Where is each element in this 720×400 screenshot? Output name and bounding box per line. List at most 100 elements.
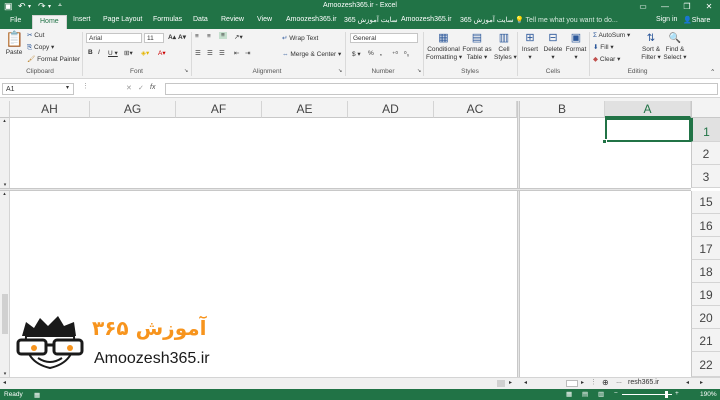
row-header-22[interactable]: 22 [691,352,720,377]
maximize-icon[interactable]: ❐ [676,0,698,13]
column-header-ag[interactable]: AG [90,101,176,118]
tab-review[interactable]: Review [221,16,244,23]
insert-cells-button[interactable]: ⊞ Insert ▾ [519,31,541,61]
scroll-thumb[interactable] [497,380,505,387]
row-header-19[interactable]: 19 [691,283,720,306]
scroll-up-icon[interactable]: ▴ [0,118,9,124]
font-color-icon[interactable]: A▾ [158,49,166,57]
horizontal-scrollbar[interactable]: ◂ ▸ ◂ ▸ ⋮ ⊕ … resh365.ir ◂ ▸ [0,377,720,389]
share-button[interactable]: 👤Share [683,16,710,24]
tab-home[interactable]: Home [32,15,67,29]
tab-split-grip-icon[interactable]: ⋮ [590,378,597,386]
ribbon-display-options-icon[interactable]: ▭ [632,0,654,13]
top-pane-scrollbar[interactable]: ▴ ▾ [0,118,10,188]
format-painter-button[interactable]: 🖌 Format Painter [27,55,80,63]
font-name-select[interactable]: Arial [86,33,142,43]
row-header-17[interactable]: 17 [691,237,720,260]
grow-font-icon[interactable]: A▴ [168,33,176,41]
find-select-button[interactable]: 🔍 Find & Select ▾ [663,31,687,61]
scroll-right-icon[interactable]: ▸ [509,379,512,386]
tell-me-box[interactable]: 💡 Tell me what you want to do... [515,16,618,24]
new-sheet-icon[interactable]: ⊕ [602,378,609,387]
format-cells-button[interactable]: ▣ Format ▾ [565,31,587,61]
row-header-3[interactable]: 3 [691,165,720,188]
insert-function-button[interactable]: fx [150,84,155,91]
merge-center-button[interactable]: ⇔ Merge & Center ▾ [282,50,341,58]
number-format-select[interactable]: General [350,33,418,43]
decrease-decimal-icon[interactable]: ⁰₀ [404,50,409,58]
row-header-2[interactable]: 2 [691,142,720,165]
zoom-in-icon[interactable]: + [675,390,679,397]
sheet-tab[interactable]: resh365.ir [628,379,659,386]
scroll-thumb[interactable] [566,380,578,387]
paste-button[interactable]: 📋 Paste [5,31,24,61]
scroll-left-icon[interactable]: ◂ [524,379,527,386]
zoom-out-icon[interactable]: − [614,390,618,397]
column-header-a[interactable]: A [605,101,691,118]
tab-view[interactable]: View [257,16,272,23]
cut-button[interactable]: ✂ Cut [27,31,44,39]
copy-button[interactable]: ⎘ Copy ▾ [27,43,54,52]
row-header-21[interactable]: 21 [691,329,720,352]
tab-amoozesh-fa-1[interactable]: 365 سایت آموزش [344,16,398,24]
tab-file[interactable]: File [4,13,28,29]
tab-amoozesh-2[interactable]: Amoozesh365.ir [401,16,452,23]
scroll-left-icon[interactable]: ◂ [3,379,6,386]
bottom-pane-scrollbar[interactable]: ▴ ▾ [0,191,10,377]
font-size-select[interactable]: 11 [144,33,164,43]
scroll-right-icon[interactable]: ▸ [581,379,584,386]
tab-data[interactable]: Data [193,16,208,23]
page-layout-view-icon[interactable]: ▤ [582,390,588,398]
row-header-15[interactable]: 15 [691,191,720,214]
column-header-ah[interactable]: AH [10,101,90,118]
tab-amoozesh-1[interactable]: Amoozesh365.ir [286,16,337,23]
zoom-slider-thumb[interactable] [665,391,668,398]
align-top-icon[interactable]: ≡ [195,33,199,40]
align-right-icon[interactable]: ☰ [219,49,225,57]
name-box[interactable]: A1 [2,83,74,95]
column-header-ad[interactable]: AD [348,101,434,118]
row-header-16[interactable]: 16 [691,214,720,237]
align-bottom-icon[interactable]: ≡ [219,32,227,39]
sheet-nav-left-icon[interactable]: ◂ [686,379,689,386]
wrap-text-button[interactable]: ↵ Wrap Text [282,34,318,42]
vertical-split-bar[interactable] [517,101,520,377]
decrease-indent-icon[interactable]: ⇤ [234,49,239,57]
column-header-ac[interactable]: AC [434,101,517,118]
scroll-thumb[interactable] [2,294,8,334]
comma-button[interactable]: , [380,50,382,57]
number-dialog-launcher-icon[interactable]: ↘ [417,68,421,74]
macro-record-icon[interactable]: ▦ [34,391,40,399]
zoom-level[interactable]: 190% [700,391,717,398]
percent-button[interactable]: % [368,50,374,57]
column-header-b[interactable]: B [520,101,605,118]
tab-formulas[interactable]: Formulas [153,16,182,23]
row-header-20[interactable]: 20 [691,306,720,329]
formula-input[interactable] [165,83,718,95]
name-box-dropdown-icon[interactable]: ▾ [66,84,69,91]
bold-icon[interactable]: B [88,49,93,56]
fill-button[interactable]: ⬇ Fill ▾ [593,43,614,51]
scroll-up-icon[interactable]: ▴ [0,191,9,197]
sign-in-link[interactable]: Sign in [656,16,677,23]
shrink-font-icon[interactable]: A▾ [178,33,186,41]
fill-color-icon[interactable]: ◈▾ [141,49,149,57]
font-dialog-launcher-icon[interactable]: ↘ [184,68,188,74]
fill-handle[interactable] [602,139,607,144]
sheet-nav-right-icon[interactable]: ▸ [700,379,703,386]
row-header-18[interactable]: 18 [691,260,720,283]
format-as-table-button[interactable]: ▤ Format as Table ▾ [462,31,492,61]
row-header-1[interactable]: 1 [691,118,720,142]
confirm-entry-icon[interactable]: ✓ [138,84,144,92]
page-break-view-icon[interactable]: ▥ [598,390,604,398]
currency-button[interactable]: $ ▾ [352,50,361,58]
tab-page-layout[interactable]: Page Layout [103,16,142,23]
tab-insert[interactable]: Insert [73,16,91,23]
column-header-af[interactable]: AF [176,101,262,118]
italic-icon[interactable]: I [98,49,100,56]
conditional-formatting-button[interactable]: ▦ Conditional Formatting ▾ [426,31,462,61]
orientation-icon[interactable]: ↗▾ [234,33,243,41]
minimize-icon[interactable]: — [654,0,676,13]
increase-decimal-icon[interactable]: ⁺⁰ [392,50,398,58]
align-left-icon[interactable]: ☰ [195,49,201,57]
